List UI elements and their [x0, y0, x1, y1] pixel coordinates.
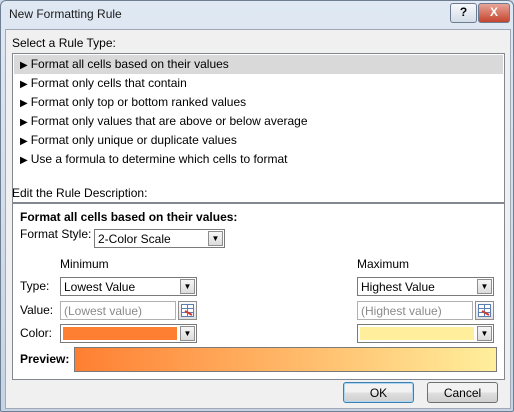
play-arrow-icon: ▶	[20, 98, 28, 109]
rule-type-item[interactable]: ▶ Format only values that are above or be…	[14, 112, 503, 131]
minimum-value-placeholder: (Lowest value)	[64, 304, 143, 318]
dialog-title: New Formatting Rule	[9, 7, 122, 21]
cancel-button[interactable]: Cancel	[427, 382, 498, 403]
range-picker-icon	[181, 304, 194, 317]
format-style-label: Format Style:	[20, 227, 92, 241]
range-picker-icon	[478, 304, 491, 317]
rule-type-label: Format only top or bottom ranked values	[30, 95, 247, 109]
minimum-color-picker[interactable]: ▼	[60, 324, 197, 343]
close-button[interactable]: X	[478, 3, 510, 23]
minimum-value-input[interactable]: (Lowest value)	[60, 301, 176, 320]
rule-type-item[interactable]: ▶ Format only unique or duplicate values	[14, 131, 503, 150]
rule-type-label: Format all cells based on their values	[30, 57, 229, 71]
chevron-down-icon[interactable]: ▼	[180, 279, 195, 294]
preview-label: Preview:	[20, 352, 70, 366]
play-arrow-icon: ▶	[20, 155, 28, 166]
rule-type-item[interactable]: ▶ Format only top or bottom ranked values	[14, 93, 503, 112]
title-bar[interactable]: New Formatting Rule ? X	[1, 1, 513, 29]
play-arrow-icon: ▶	[20, 60, 28, 71]
color-label: Color:	[20, 326, 53, 340]
play-arrow-icon: ▶	[20, 136, 28, 147]
rule-type-item[interactable]: ▶ Format only cells that contain	[14, 74, 503, 93]
chevron-down-icon[interactable]: ▼	[477, 326, 492, 341]
color-scale-preview	[74, 347, 497, 372]
help-button[interactable]: ?	[450, 3, 477, 23]
rule-type-label: Format only values that are above or bel…	[30, 114, 308, 128]
rule-type-list[interactable]: ▶ Format all cells based on their values …	[12, 53, 505, 203]
section-title: Format all cells based on their values:	[20, 210, 238, 224]
maximum-color-swatch	[360, 327, 474, 340]
format-style-value: 2-Color Scale	[98, 232, 171, 246]
rule-type-heading: Select a Rule Type:	[12, 36, 116, 50]
dialog-body: Select a Rule Type: ▶ Format all cells ba…	[5, 29, 511, 409]
maximum-type-select[interactable]: Highest Value ▼	[357, 277, 494, 296]
value-label: Value:	[20, 303, 54, 317]
type-label: Type:	[20, 279, 50, 293]
rule-type-label: Use a formula to determine which cells t…	[30, 152, 288, 166]
maximum-color-picker[interactable]: ▼	[357, 324, 494, 343]
rule-type-label: Format only unique or duplicate values	[30, 133, 237, 147]
chevron-down-icon[interactable]: ▼	[208, 231, 223, 246]
maximum-value-input[interactable]: (Highest value)	[357, 301, 473, 320]
chevron-down-icon[interactable]: ▼	[180, 326, 195, 341]
format-style-select[interactable]: 2-Color Scale ▼	[94, 229, 225, 248]
rule-type-label: Format only cells that contain	[30, 76, 187, 90]
play-arrow-icon: ▶	[20, 117, 28, 128]
maximum-type-value: Highest Value	[361, 280, 435, 294]
cell-reference-button[interactable]	[475, 301, 494, 320]
chevron-down-icon[interactable]: ▼	[477, 279, 492, 294]
ok-button[interactable]: OK	[343, 382, 414, 403]
minimum-label: Minimum	[60, 257, 109, 271]
minimum-type-select[interactable]: Lowest Value ▼	[60, 277, 197, 296]
rule-description-panel: Format all cells based on their values: …	[12, 203, 505, 380]
minimum-type-value: Lowest Value	[64, 280, 136, 294]
cell-reference-button[interactable]	[178, 301, 197, 320]
maximum-value-placeholder: (Highest value)	[361, 304, 442, 318]
rule-type-item[interactable]: ▶ Format all cells based on their values	[14, 55, 503, 74]
play-arrow-icon: ▶	[20, 79, 28, 90]
maximum-label: Maximum	[357, 257, 410, 271]
minimum-color-swatch	[63, 327, 177, 340]
new-formatting-rule-dialog: New Formatting Rule ? X Select a Rule Ty…	[0, 0, 514, 412]
rule-type-item[interactable]: ▶ Use a formula to determine which cells …	[14, 150, 503, 169]
rule-description-heading: Edit the Rule Description:	[12, 186, 148, 200]
